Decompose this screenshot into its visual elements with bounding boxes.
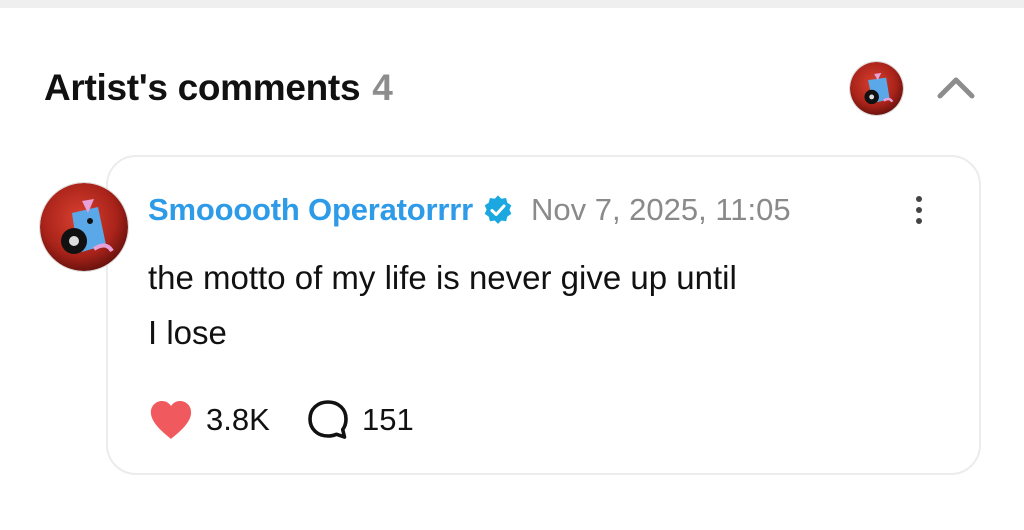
comments-title: Artist's comments <box>44 67 361 108</box>
comments-count: 4 <box>372 67 393 108</box>
verified-badge-icon <box>483 195 513 225</box>
more-vertical-icon[interactable] <box>905 190 933 230</box>
comment-author-avatar[interactable] <box>40 183 128 271</box>
reply-button[interactable]: 151 <box>306 396 414 444</box>
comments-header: Artist's comments 4 <box>44 64 393 112</box>
comment-meta: Smooooth Operatorrrr Nov 7, 2025, 11:05 <box>148 190 791 230</box>
comment-text-line: I lose <box>148 314 227 351</box>
comment-timestamp: Nov 7, 2025, 11:05 <box>530 192 791 227</box>
author-name[interactable]: Smooooth Operatorrrr <box>148 192 473 228</box>
speech-bubble-icon <box>308 400 348 439</box>
top-divider <box>0 0 1024 8</box>
heart-icon <box>150 401 192 439</box>
comment-body: the motto of my life is never give up un… <box>148 250 908 360</box>
comment-text-line: the motto of my life is never give up un… <box>148 259 737 296</box>
current-user-avatar[interactable] <box>850 62 903 115</box>
author-avatar-icon <box>40 183 128 271</box>
collapse-comments-button[interactable] <box>932 70 980 106</box>
like-button[interactable]: 3.8K <box>148 396 270 444</box>
like-count: 3.8K <box>206 402 270 437</box>
chevron-up-icon <box>937 77 975 99</box>
user-avatar-icon <box>850 62 903 115</box>
reply-count: 151 <box>362 402 414 437</box>
